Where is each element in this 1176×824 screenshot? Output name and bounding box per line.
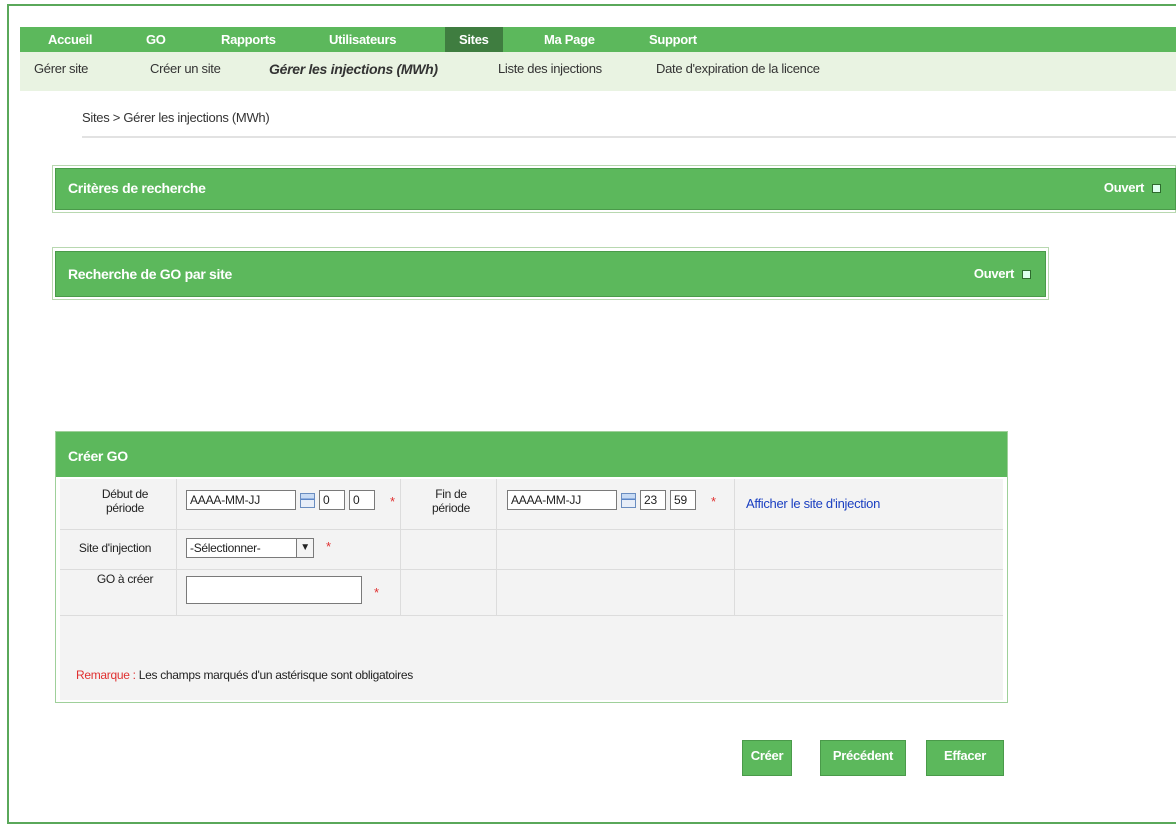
create-go-header: Créer GO [56, 432, 1007, 477]
subnav-item-liste-injections[interactable]: Liste des injections [498, 61, 602, 76]
required-asterisk: * [326, 539, 332, 554]
top-navigation: Accueil GO Rapports Utilisateurs Sites M… [20, 27, 1176, 52]
required-asterisk: * [390, 494, 396, 509]
injection-site-select[interactable]: -Sélectionner- ▼ [186, 538, 314, 558]
end-minute-input[interactable]: 59 [670, 490, 696, 510]
nav-item-accueil[interactable]: Accueil [48, 27, 92, 52]
end-calendar-icon[interactable] [621, 493, 636, 508]
expand-icon [1152, 184, 1161, 194]
grid-line [400, 479, 401, 616]
subnav-item-gerer-injections[interactable]: Gérer les injections (MWh) [269, 61, 438, 77]
grid-line [734, 479, 735, 616]
create-go-form: Créer GO Début de période AAAA-MM-JJ 0 0… [55, 431, 1008, 703]
sub-navigation: Gérer site Créer un site Gérer les injec… [20, 52, 1176, 91]
start-hour-input[interactable]: 0 [319, 490, 345, 510]
start-period-label: Début de période [101, 487, 149, 515]
nav-item-support[interactable]: Support [649, 27, 697, 52]
search-go-by-site-title: Recherche de GO par site [68, 266, 232, 282]
search-criteria-state: Ouvert [1103, 180, 1144, 195]
search-criteria-panel[interactable]: Critères de recherche Ouvert [55, 168, 1176, 210]
grid-line [176, 479, 177, 616]
create-button[interactable]: Créer [742, 740, 792, 776]
grid-line [60, 529, 1003, 530]
remark-label: Remarque : [76, 668, 136, 682]
nav-item-ma-page[interactable]: Ma Page [544, 27, 595, 52]
start-minute-input[interactable]: 0 [349, 490, 375, 510]
end-date-input[interactable]: AAAA-MM-JJ [507, 490, 617, 510]
nav-item-rapports[interactable]: Rapports [221, 27, 276, 52]
subnav-item-gerer-site[interactable]: Gérer site [34, 61, 88, 76]
grid-line [496, 479, 497, 616]
create-go-title: Créer GO [68, 448, 128, 464]
clear-button[interactable]: Effacer [926, 740, 1004, 776]
search-go-by-site-state: Ouvert [973, 266, 1014, 281]
subnav-item-creer-site[interactable]: Créer un site [150, 61, 221, 76]
injection-site-label: Site d'injection [78, 541, 152, 555]
chevron-down-icon: ▼ [296, 539, 313, 557]
create-go-body: Début de période AAAA-MM-JJ 0 0 * Fin de… [60, 479, 1003, 700]
injection-site-selected: -Sélectionner- [190, 541, 261, 555]
search-criteria-title: Critères de recherche [68, 180, 206, 196]
end-period-label: Fin de période [432, 487, 470, 515]
previous-button[interactable]: Précédent [820, 740, 906, 776]
search-criteria-toggle[interactable]: Ouvert [1104, 180, 1161, 195]
breadcrumb: Sites > Gérer les injections (MWh) [82, 110, 270, 125]
grid-line [60, 569, 1003, 570]
remark: Remarque : Les champs marqués d'un astér… [76, 668, 413, 682]
show-injection-site-link[interactable]: Afficher le site d'injection [746, 496, 880, 511]
nav-item-sites[interactable]: Sites [445, 27, 503, 52]
search-go-by-site-toggle[interactable]: Ouvert [974, 266, 1031, 281]
start-date-input[interactable]: AAAA-MM-JJ [186, 490, 296, 510]
start-calendar-icon[interactable] [300, 493, 315, 508]
required-asterisk: * [711, 494, 717, 509]
go-to-create-label: GO à créer [96, 572, 154, 586]
nav-item-go[interactable]: GO [146, 27, 166, 52]
expand-icon [1022, 270, 1031, 280]
remark-text: Les champs marqués d'un astérisque sont … [138, 668, 414, 682]
required-asterisk: * [374, 585, 380, 600]
grid-line [60, 615, 1003, 616]
end-hour-input[interactable]: 23 [640, 490, 666, 510]
nav-item-utilisateurs[interactable]: Utilisateurs [329, 27, 397, 52]
go-to-create-input[interactable] [186, 576, 362, 604]
breadcrumb-divider [82, 136, 1176, 138]
subnav-item-date-expiration[interactable]: Date d'expiration de la licence [656, 61, 820, 76]
search-go-by-site-panel[interactable]: Recherche de GO par site Ouvert [55, 251, 1046, 297]
